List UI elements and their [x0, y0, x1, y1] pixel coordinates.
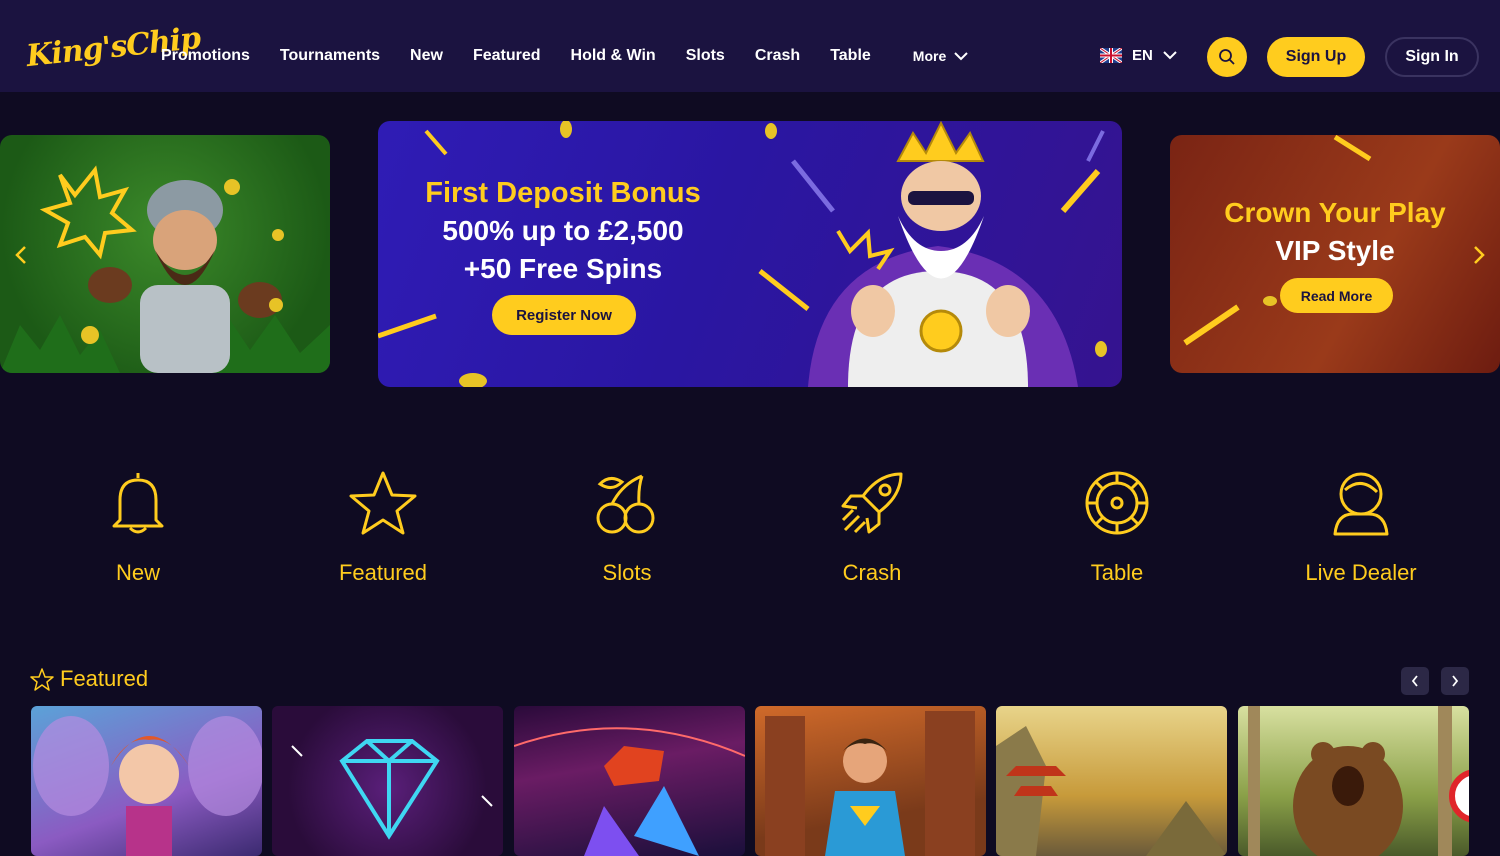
chevron-left-icon — [1411, 675, 1418, 687]
banner-vip[interactable]: Crown Your Play VIP Style Read More — [1170, 135, 1500, 373]
bell-icon — [112, 473, 164, 534]
center-banner-spins: +50 Free Spins — [463, 253, 663, 284]
search-icon — [1219, 49, 1235, 65]
uk-flag-icon — [1100, 48, 1122, 63]
category-slots[interactable]: Slots — [537, 470, 717, 586]
right-banner-title: Crown Your Play — [1224, 197, 1446, 228]
banner-first-deposit[interactable]: First Deposit Bonus 500% up to £2,500 +5… — [378, 121, 1122, 387]
carousel-prev-arrow-icon[interactable] — [14, 245, 28, 265]
language-code: EN — [1132, 47, 1153, 64]
main-nav: Promotions Tournaments New Featured Hold… — [161, 47, 968, 65]
game-tile-bear[interactable] — [1238, 706, 1469, 856]
star-icon — [30, 667, 54, 691]
category-live-dealer[interactable]: Live Dealer — [1271, 470, 1451, 586]
category-label: Featured — [338, 560, 428, 585]
game-tile-fairy[interactable] — [31, 706, 262, 856]
category-table[interactable]: Table — [1027, 470, 1207, 586]
center-banner-bonus: 500% up to £2,500 — [442, 215, 684, 246]
dwarf-character-illustration — [0, 165, 330, 373]
dealer-icon — [1333, 472, 1389, 536]
nav-more-dropdown[interactable]: More — [913, 48, 968, 64]
category-crash[interactable]: Crash — [782, 470, 962, 586]
rocket-icon — [841, 472, 903, 534]
game-tile-temple[interactable] — [996, 706, 1227, 856]
category-label: Crash — [842, 560, 902, 585]
chevron-right-icon — [1452, 675, 1459, 687]
category-label: Slots — [602, 560, 652, 585]
superhero-game-thumbnail — [765, 711, 975, 856]
diamond-game-thumbnail — [291, 739, 493, 840]
register-now-button[interactable]: Register Now — [492, 295, 636, 335]
gems-game-thumbnail — [514, 727, 745, 856]
nav-promotions[interactable]: Promotions — [161, 47, 250, 65]
language-selector[interactable]: EN — [1100, 47, 1177, 64]
game-tile-superhero[interactable] — [755, 706, 986, 856]
roulette-icon — [1085, 471, 1149, 535]
carousel-next-arrow-icon[interactable] — [1472, 245, 1486, 265]
featured-section-title: Featured — [30, 666, 148, 692]
cherries-icon — [596, 474, 655, 534]
nav-table[interactable]: Table — [830, 47, 871, 65]
category-label: Table — [1090, 560, 1144, 585]
section-title-text: Featured — [60, 666, 149, 691]
category-label: Live Dealer — [1305, 560, 1417, 585]
nav-slots[interactable]: Slots — [686, 47, 725, 65]
banner-left[interactable] — [0, 135, 330, 373]
nav-more-label: More — [912, 48, 947, 64]
chevron-down-icon — [954, 51, 968, 60]
category-featured[interactable]: Featured — [293, 470, 473, 586]
center-banner-title: First Deposit Bonus — [425, 177, 701, 209]
sign-up-button[interactable]: Sign Up — [1267, 37, 1365, 77]
nav-new[interactable]: New — [410, 47, 443, 65]
chevron-down-icon — [1163, 51, 1177, 60]
top-header: King'sChip Promotions Tournaments New Fe… — [0, 0, 1500, 92]
sign-in-button[interactable]: Sign In — [1385, 37, 1479, 77]
temple-game-thumbnail — [996, 726, 1227, 856]
nav-crash[interactable]: Crash — [755, 47, 800, 65]
nav-hold-and-win[interactable]: Hold & Win — [571, 47, 656, 65]
right-banner-subtitle: VIP Style — [1275, 235, 1395, 266]
bear-game-thumbnail — [1248, 706, 1469, 856]
star-icon — [349, 471, 417, 535]
featured-prev-button[interactable] — [1401, 667, 1429, 695]
read-more-button[interactable]: Read More — [1280, 278, 1393, 313]
game-tile-diamond[interactable] — [272, 706, 503, 856]
category-new[interactable]: New — [48, 470, 228, 586]
fairy-game-thumbnail — [33, 716, 262, 856]
nav-tournaments[interactable]: Tournaments — [280, 47, 380, 65]
nav-featured[interactable]: Featured — [473, 47, 541, 65]
category-label: New — [115, 560, 160, 585]
featured-next-button[interactable] — [1441, 667, 1469, 695]
game-tile-gems[interactable] — [514, 706, 745, 856]
search-button[interactable] — [1207, 37, 1247, 77]
